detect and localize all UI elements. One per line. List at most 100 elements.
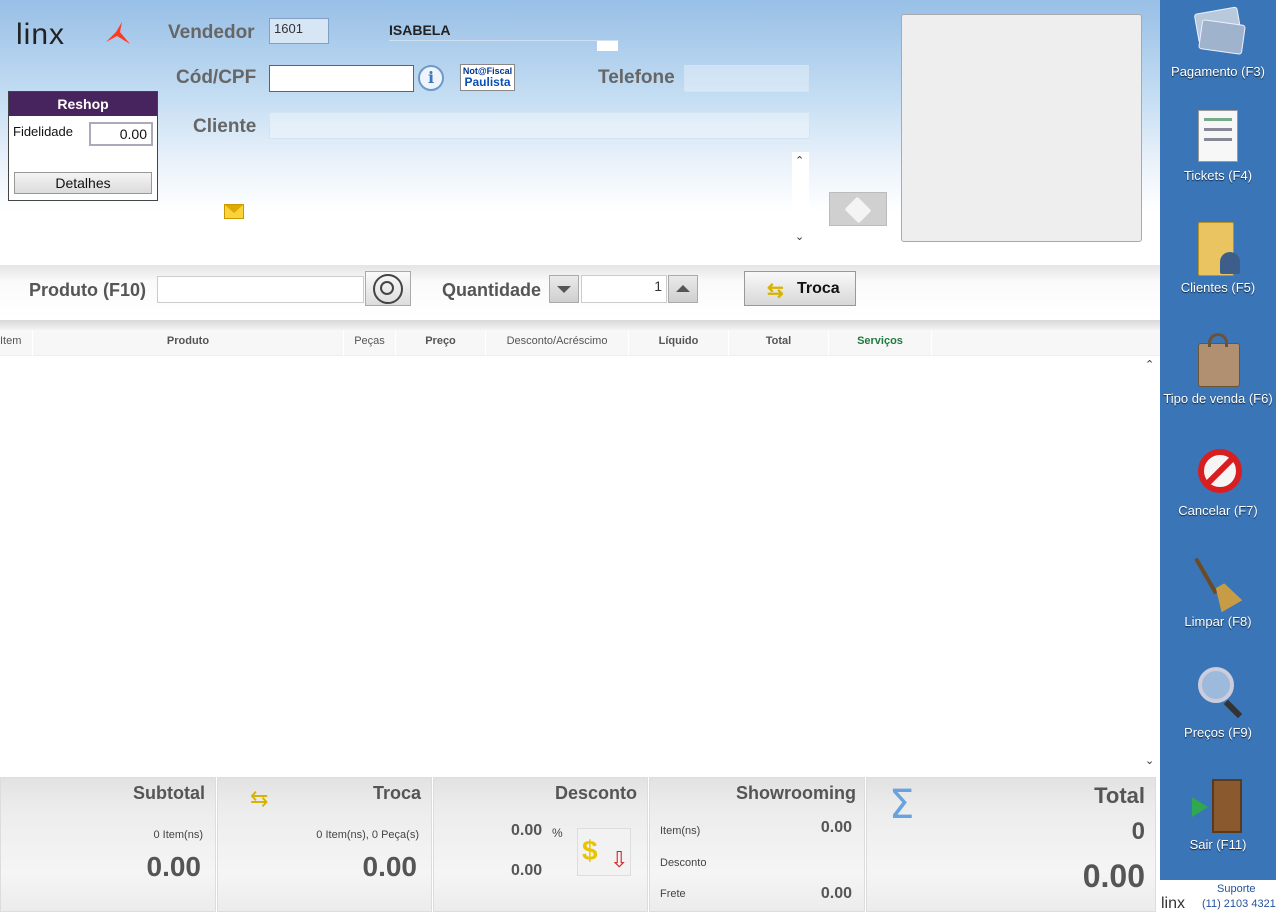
support-linx-logo: linx xyxy=(1161,895,1186,912)
showrooming-panel: Showrooming Item(ns) 0.00 Desconto Frete… xyxy=(649,777,865,912)
troca-button[interactable]: ⇆ Troca xyxy=(744,271,856,306)
search-icon xyxy=(373,274,403,304)
vendedor-label: Vendedor xyxy=(168,22,255,43)
limpar-button[interactable]: Limpar (F8) xyxy=(1160,554,1276,629)
produto-input[interactable] xyxy=(157,276,364,303)
cliente-label: Cliente xyxy=(193,116,257,137)
sigma-icon: Σ xyxy=(889,782,915,828)
items-grid-body[interactable] xyxy=(0,356,1160,774)
fidelidade-label: Fidelidade xyxy=(13,124,73,139)
reshop-panel: Reshop Fidelidade 0.00 Detalhes xyxy=(8,91,158,201)
precos-button[interactable]: Preços (F9) xyxy=(1160,665,1276,740)
actions-sidebar: Pagamento (F3) Tickets (F4) Clientes (F5… xyxy=(1160,0,1276,880)
exchange-icon: ⇆ xyxy=(250,786,269,811)
discount-button[interactable]: $ ⇩ xyxy=(577,828,631,876)
linx-logo: linx xyxy=(16,18,130,52)
cpf-label: Cód/CPF xyxy=(176,67,257,88)
col-produto[interactable]: Produto xyxy=(33,330,344,356)
subtotal-panel: Subtotal 0 Item(ns) 0.00 xyxy=(0,777,216,912)
tickets-button[interactable]: Tickets (F4) xyxy=(1160,108,1276,183)
total-value: 0.00 xyxy=(1082,858,1145,894)
desconto-title: Desconto xyxy=(554,783,637,803)
col-preco[interactable]: Preço xyxy=(396,330,486,356)
vendedor-underline xyxy=(389,40,619,41)
dollar-icon: $ xyxy=(582,835,598,866)
scroll-down-icon[interactable]: ⌄ xyxy=(1145,754,1154,767)
fidelidade-value[interactable]: 0.00 xyxy=(89,122,153,146)
scroll-up-icon[interactable]: ⌃ xyxy=(1145,358,1154,371)
col-total[interactable]: Total xyxy=(729,330,829,356)
search-product-button[interactable] xyxy=(365,271,411,306)
col-liquido[interactable]: Líquido xyxy=(629,330,729,356)
exit-door-icon xyxy=(1190,777,1246,835)
price-magnifier-icon xyxy=(1190,665,1246,723)
desconto-value: 0.00 xyxy=(511,862,543,879)
total-title: Total xyxy=(1094,783,1145,808)
total-count: 0 xyxy=(1131,818,1145,845)
desconto-percent-sign: % xyxy=(552,826,563,840)
scroll-down-icon[interactable]: ⌄ xyxy=(795,230,804,243)
scroll-up-icon[interactable]: ⌃ xyxy=(795,154,804,167)
col-item[interactable]: Item xyxy=(0,330,33,356)
subtotal-value: 0.00 xyxy=(146,851,202,882)
mail-icon[interactable] xyxy=(224,204,244,219)
vendedor-code-field[interactable]: 1601 xyxy=(269,18,329,44)
cpf-input[interactable] xyxy=(269,65,414,92)
cancelar-button[interactable]: Cancelar (F7) xyxy=(1160,443,1276,518)
shopping-bag-icon xyxy=(1190,331,1246,389)
notes-scrollbar[interactable]: ⌃ ⌄ xyxy=(792,152,809,246)
showrooming-items-value: 0.00 xyxy=(820,819,852,836)
vendedor-name: ISABELA xyxy=(389,22,451,38)
col-desconto[interactable]: Desconto/Acréscimo xyxy=(486,330,629,356)
linx-logo-mark-icon xyxy=(106,22,130,44)
col-pecas[interactable]: Peças xyxy=(344,330,396,356)
support-label: Suporte xyxy=(1217,883,1256,895)
info-icon[interactable]: i xyxy=(418,65,444,91)
showrooming-frete-label: Frete xyxy=(660,888,686,900)
troca-items: 0 Item(ns), 0 Peça(s) xyxy=(316,829,419,841)
total-panel: Σ Total 0 0.00 xyxy=(866,777,1156,912)
quantidade-input[interactable]: 1 xyxy=(581,275,667,303)
support-phone: (11) 2103 4321 xyxy=(1202,898,1276,910)
showrooming-items-label: Item(ns) xyxy=(660,825,701,837)
items-grid-header: Item Produto Peças Preço Desconto/Acrésc… xyxy=(0,330,1160,356)
pagamento-button[interactable]: Pagamento (F3) xyxy=(1160,4,1276,79)
desconto-percent: 0.00 xyxy=(511,822,543,839)
detalhes-button[interactable]: Detalhes xyxy=(14,172,152,194)
client-photo-box xyxy=(901,14,1142,242)
sair-button[interactable]: Sair (F11) xyxy=(1160,777,1276,852)
header-panel: linx Vendedor 1601 ISABELA Cód/CPF i Not… xyxy=(0,0,1160,265)
telefone-label: Telefone xyxy=(598,67,675,88)
showrooming-desconto-label: Desconto xyxy=(660,857,707,869)
support-footer: linx Suporte (11) 2103 4321 xyxy=(1160,880,1276,915)
separator xyxy=(0,320,1160,330)
showrooming-frete-value: 0.00 xyxy=(820,885,852,902)
nota-fiscal-paulista-button[interactable]: Not@Fiscal Paulista xyxy=(460,64,515,91)
cancel-icon xyxy=(1190,443,1246,501)
desconto-panel: Desconto 0.00 % 0.00 $ ⇩ xyxy=(433,777,648,912)
tipo-venda-button[interactable]: Tipo de venda (F6) xyxy=(1160,331,1276,406)
troca-panel: ⇆ Troca 0 Item(ns), 0 Peça(s) 0.00 xyxy=(217,777,432,912)
produto-label: Produto (F10) xyxy=(29,280,146,300)
troca-value: 0.00 xyxy=(362,851,418,882)
subtotal-items: 0 Item(ns) xyxy=(153,829,203,841)
add-tag-button[interactable] xyxy=(829,192,887,226)
troca-title: Troca xyxy=(372,783,421,803)
col-servicos[interactable]: Serviços xyxy=(829,330,932,356)
clientes-button[interactable]: Clientes (F5) xyxy=(1160,220,1276,295)
tag-icon xyxy=(844,196,872,224)
broom-icon xyxy=(1190,554,1246,612)
cliente-field[interactable] xyxy=(269,112,810,139)
quantity-decrease-button[interactable] xyxy=(549,275,579,303)
subtotal-title: Subtotal xyxy=(133,783,205,803)
grid-scrollbar[interactable]: ⌃ ⌄ xyxy=(1141,356,1158,774)
vendedor-indicator xyxy=(597,41,618,51)
down-arrow-icon: ⇩ xyxy=(610,847,629,872)
quantity-increase-button[interactable] xyxy=(668,275,698,303)
reshop-title: Reshop xyxy=(9,92,157,116)
clients-folder-icon xyxy=(1190,220,1246,278)
telefone-field[interactable] xyxy=(684,65,809,92)
payment-cards-icon xyxy=(1190,4,1246,62)
tickets-icon xyxy=(1190,108,1246,166)
showrooming-title: Showrooming xyxy=(736,783,856,803)
